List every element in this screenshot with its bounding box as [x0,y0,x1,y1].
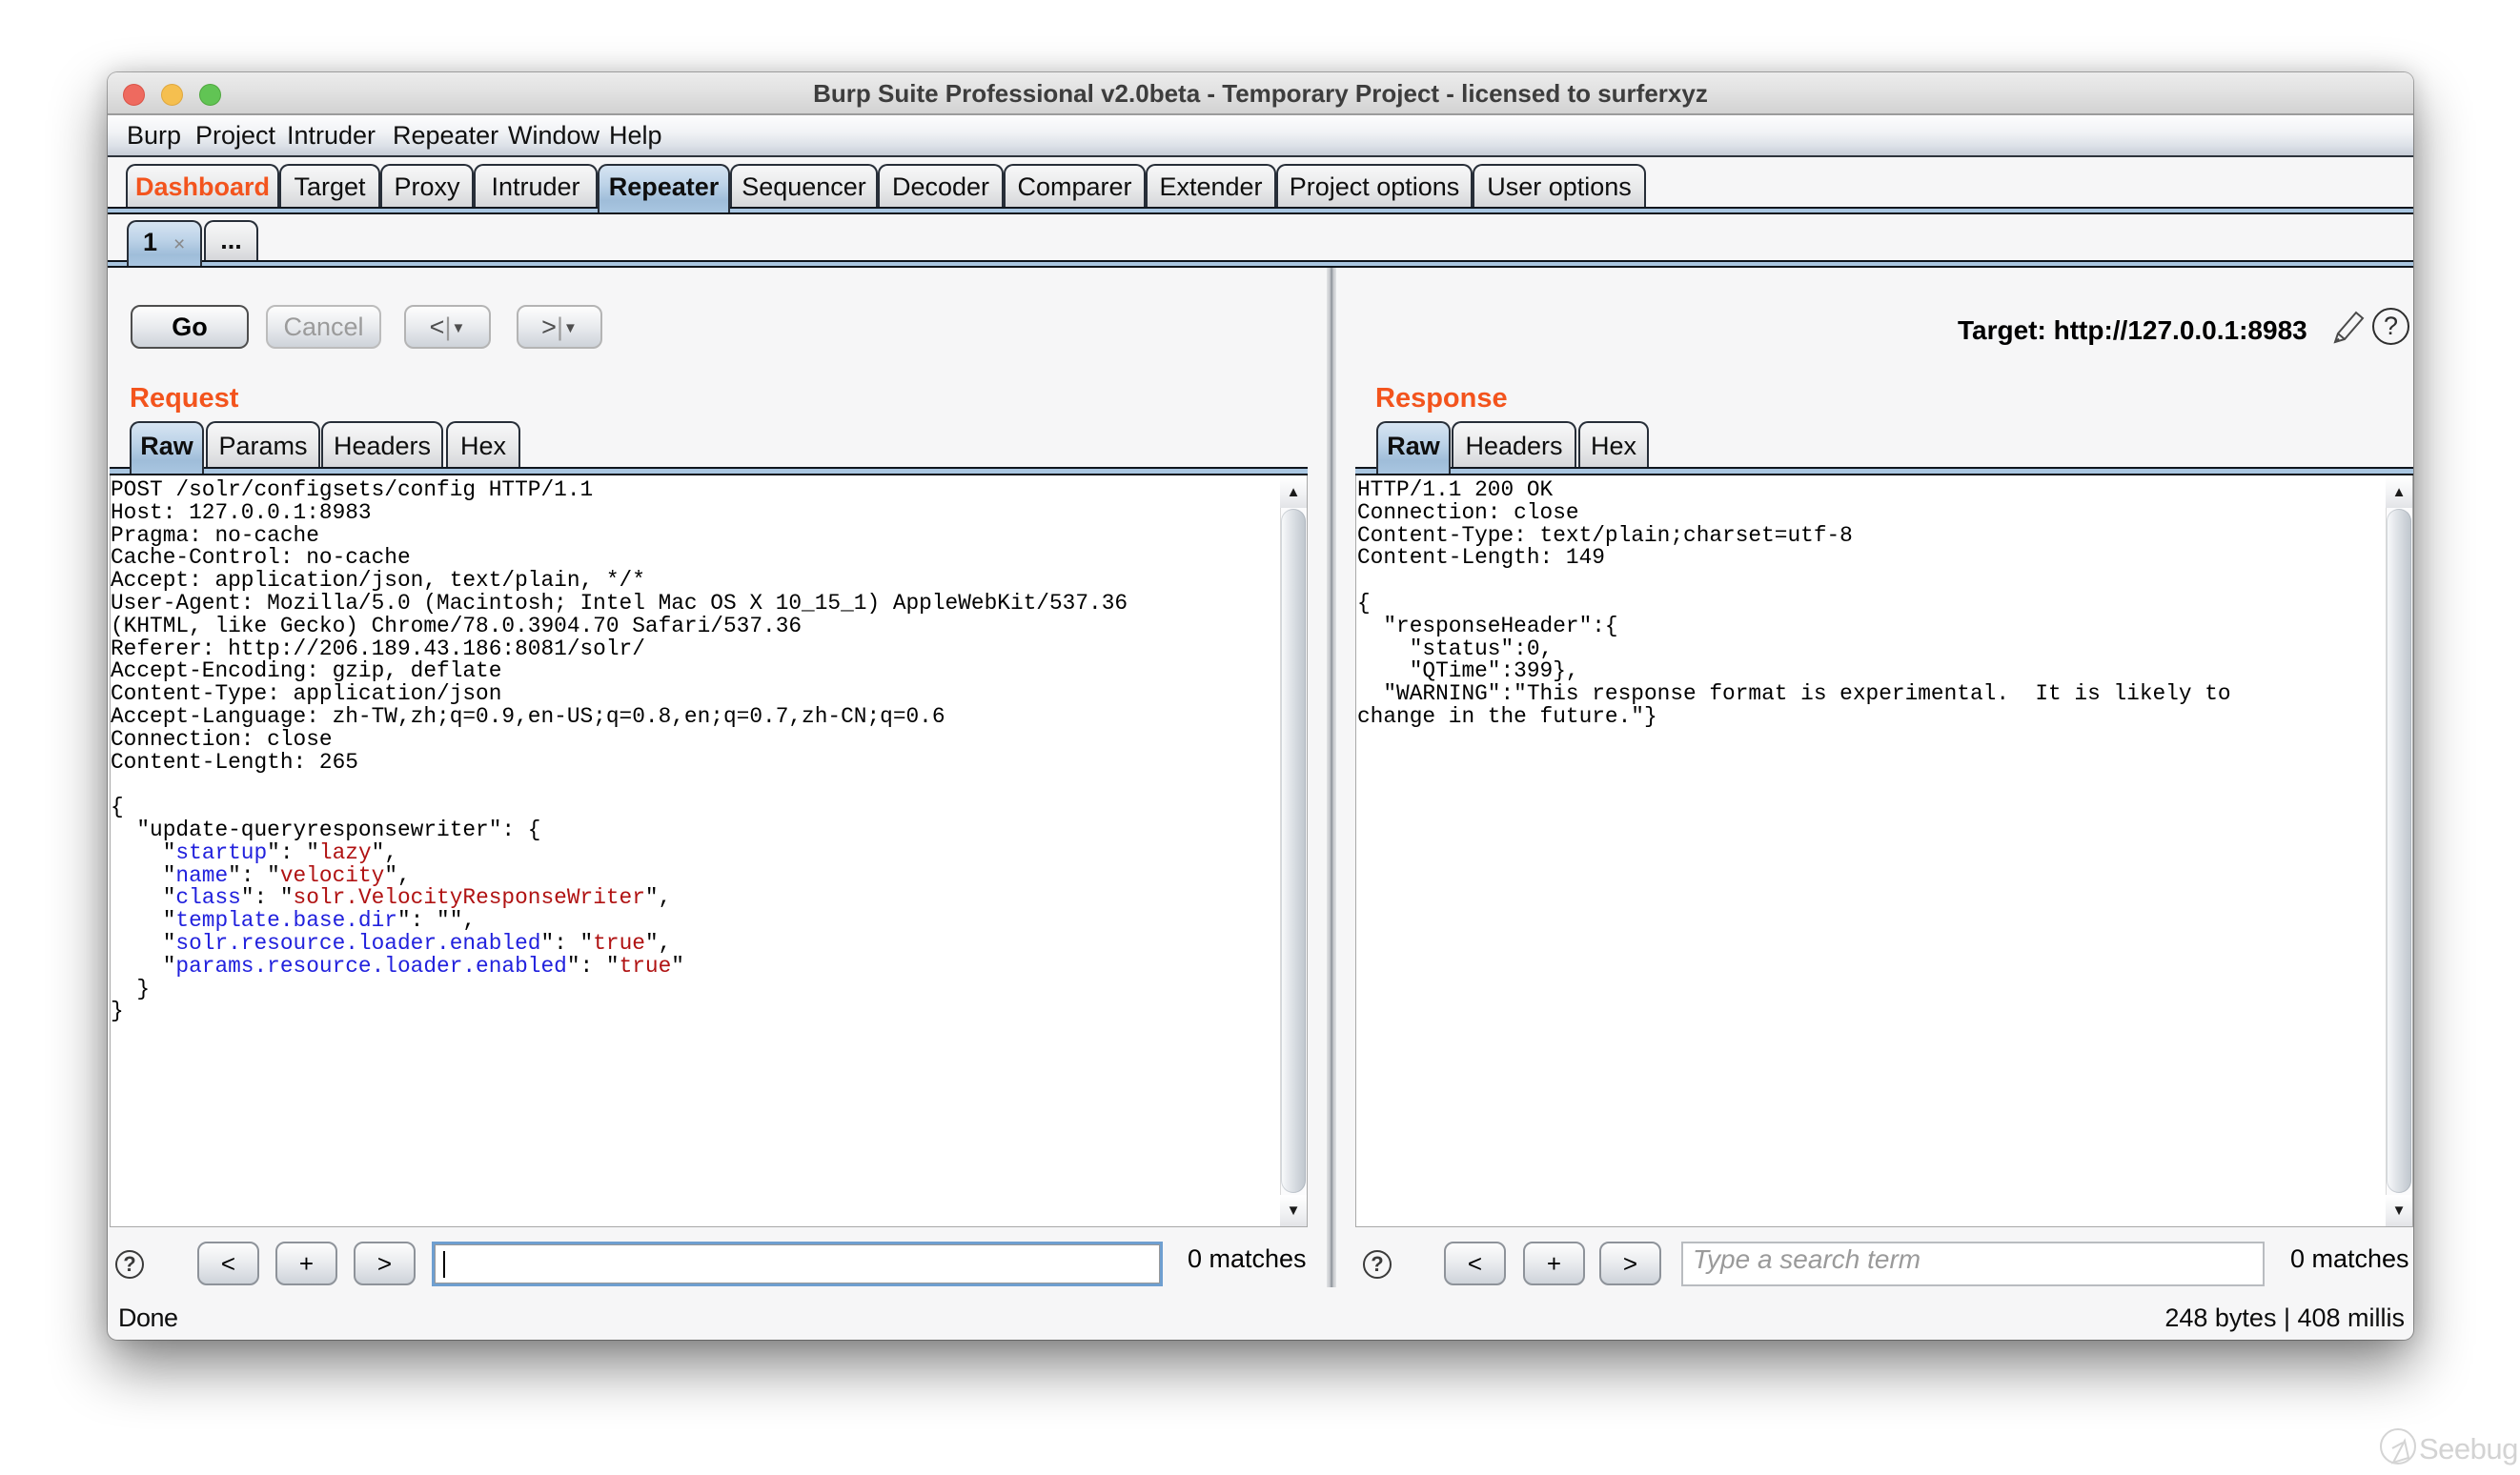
svg-text:Seebug: Seebug [2419,1432,2518,1465]
